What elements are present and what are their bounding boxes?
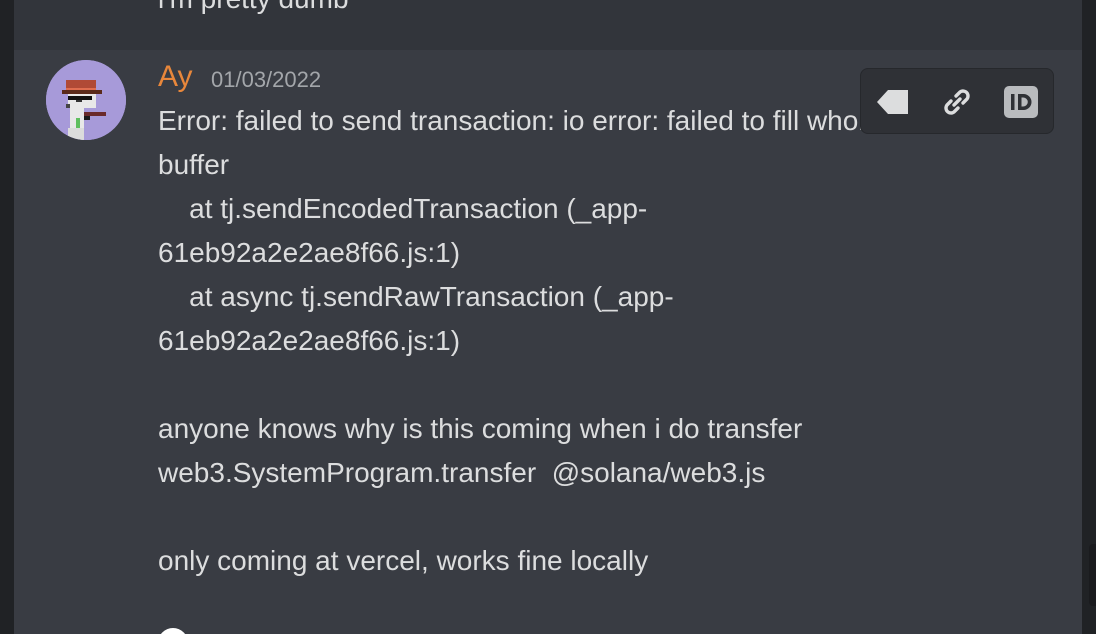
id-icon [1004,86,1038,118]
link-icon [944,89,970,115]
previous-message: i'm pretty dumb [14,0,1082,50]
copy-link-button[interactable] [938,83,976,121]
tag-icon [877,90,908,114]
message-row[interactable]: Ay 01/03/2022 Error: failed to send tran… [14,50,1082,634]
message-actions-toolbar [860,68,1054,134]
message-timestamp: 01/03/2022 [211,67,322,92]
copy-id-button[interactable] [1002,83,1040,121]
scrollbar-thumb[interactable] [1089,544,1096,606]
avatar-pixel-art [46,60,126,140]
tag-button[interactable] [874,83,912,121]
previous-message-text: i'm pretty dumb [158,0,349,14]
avatar[interactable] [46,60,126,140]
author-name[interactable]: Ay [158,59,192,95]
chat-pane: i'm pretty dumb [14,0,1082,634]
message-content: Error: failed to send transaction: io er… [158,105,881,576]
